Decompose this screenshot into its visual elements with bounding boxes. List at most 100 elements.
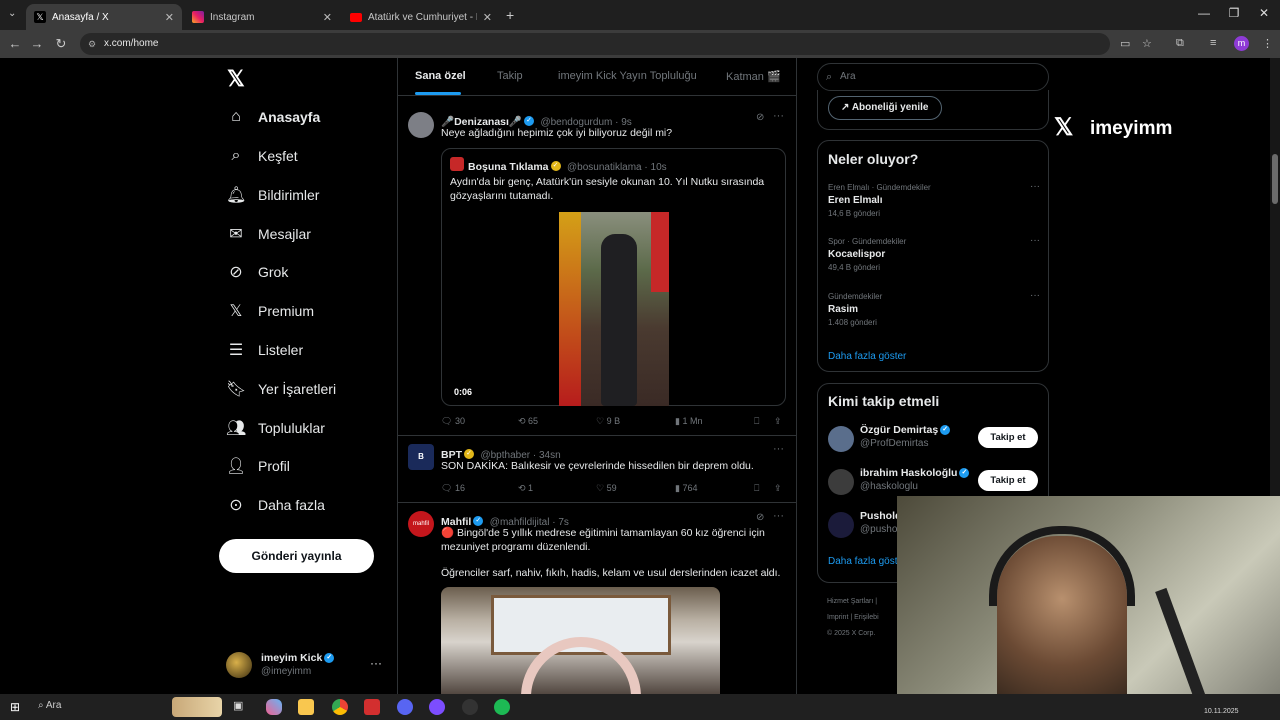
profile-avatar[interactable]: m: [1234, 36, 1249, 51]
avatar: [828, 426, 854, 452]
follow-button[interactable]: Takip et: [978, 470, 1038, 491]
sidebar-item-profile[interactable]: 👤︎ Profil: [226, 451, 290, 481]
tab-for-you[interactable]: Sana özel: [415, 70, 466, 82]
cast-icon[interactable]: ▭: [1120, 37, 1130, 50]
like-button[interactable]: ♡ 59: [596, 483, 617, 494]
tab-x-home[interactable]: 𝕏 Anasayfa / X ✕: [26, 4, 182, 30]
views-button[interactable]: ▮ 764: [675, 483, 697, 494]
share-icon[interactable]: ⇪: [774, 416, 782, 427]
app-circle-icon[interactable]: [429, 699, 445, 715]
video-duration: 0:06: [454, 387, 473, 397]
reply-button[interactable]: 🗨︎ 30: [441, 416, 465, 427]
task-view-icon[interactable]: ▣: [233, 699, 243, 712]
site-info-icon[interactable]: ⚙: [88, 33, 96, 55]
sidebar-item-explore[interactable]: ⌕ Keşfet: [226, 141, 298, 171]
trend-item[interactable]: Gündemdekiler Rasim 1.408 gönderi ···: [828, 290, 1040, 327]
spotify-icon[interactable]: [494, 699, 510, 715]
taskbar-weather-icon[interactable]: [172, 697, 222, 717]
back-button[interactable]: ←: [6, 36, 24, 51]
follow-suggestion[interactable]: Özgür Demirtaş ✓ @ProfDemirtas Takip et: [818, 424, 1048, 456]
more-icon[interactable]: ···: [773, 443, 784, 455]
sidebar-item-home[interactable]: ⌂ Anasayfa: [226, 102, 320, 132]
tab-instagram[interactable]: Instagram ✕: [184, 4, 340, 30]
x-logo-icon[interactable]: 𝕏: [227, 66, 245, 92]
address-bar[interactable]: ⚙ x.com/home: [80, 33, 1110, 55]
media-icon[interactable]: ≡: [1210, 37, 1216, 49]
bookmark-icon[interactable]: ⎕: [754, 483, 759, 494]
scrollbar-thumb[interactable]: [1272, 154, 1278, 204]
menu-icon[interactable]: ⋮: [1262, 37, 1273, 50]
copilot-icon[interactable]: [266, 699, 282, 715]
tab-indicator: [415, 92, 461, 95]
file-explorer-icon[interactable]: [298, 699, 314, 715]
chrome-icon[interactable]: [332, 699, 348, 715]
account-switcher[interactable]: imeyim Kick ✓ @imeyimm ···: [226, 650, 386, 682]
extensions-icon[interactable]: ⧉: [1176, 37, 1184, 50]
obs-icon[interactable]: [462, 699, 478, 715]
video-player[interactable]: [559, 212, 669, 406]
tweet[interactable]: mahfil Mahfil ✓ @mahfildijital · 7s ⊘ ···…: [398, 503, 796, 694]
more-icon[interactable]: ···: [1030, 181, 1040, 192]
close-icon[interactable]: ✕: [323, 11, 332, 24]
post-button[interactable]: Gönderi yayınla: [219, 539, 374, 573]
more-icon[interactable]: ···: [370, 656, 382, 670]
share-icon[interactable]: ⇪: [774, 483, 782, 494]
quoted-header: Boşuna Tıklama ✓ @bosunatiklama · 10s: [468, 160, 667, 173]
minimize-button[interactable]: —: [1194, 6, 1214, 20]
follow-suggestion[interactable]: ibrahim Haskoloğlu ✓ @haskologlu Takip et: [818, 467, 1048, 499]
like-button[interactable]: ♡ 9 B: [596, 416, 620, 427]
reload-button[interactable]: ↻: [52, 36, 70, 52]
tab-search-icon[interactable]: ⌄: [8, 8, 16, 19]
reply-button[interactable]: 🗨︎ 16: [441, 483, 465, 494]
trend-item[interactable]: Eren Elmalı · Gündemdekiler Eren Elmalı …: [828, 181, 1040, 218]
bookmark-icon[interactable]: ⎕: [754, 416, 759, 427]
show-more-link[interactable]: Daha fazla göst: [828, 556, 898, 567]
repost-button[interactable]: ⟲ 65: [518, 416, 538, 427]
sidebar-item-more[interactable]: ⊙ Daha fazla: [226, 490, 325, 520]
repost-button[interactable]: ⟲ 1: [518, 483, 533, 494]
tab-youtube[interactable]: Atatürk ve Cumhuriyet - Belgesel ✕: [342, 4, 500, 30]
app-w-icon[interactable]: [364, 699, 380, 715]
sidebar-item-grok[interactable]: ⊘ Grok: [226, 257, 288, 287]
trend-item[interactable]: Spor · Gündemdekiler Kocaelispor 49,4 B …: [828, 235, 1040, 272]
search-input[interactable]: ⌕ Ara: [817, 63, 1049, 91]
more-icon[interactable]: ···: [1030, 290, 1040, 301]
star-icon[interactable]: ☆: [1142, 37, 1152, 50]
sidebar-item-lists[interactable]: ☰ Listeler: [226, 335, 303, 365]
footer-link[interactable]: Hizmet Şartları: [827, 598, 873, 605]
suggestion-handle: @haskologlu: [860, 481, 918, 492]
close-icon[interactable]: ✕: [165, 11, 174, 24]
verified-gold-icon: ✓: [464, 448, 474, 459]
more-icon[interactable]: ···: [773, 110, 784, 122]
close-icon[interactable]: ✕: [483, 11, 492, 24]
tab-following[interactable]: Takip: [497, 70, 523, 82]
taskbar-search[interactable]: ⌕ Ara: [38, 700, 61, 711]
quoted-tweet[interactable]: Boşuna Tıklama ✓ @bosunatiklama · 10s Ayd…: [441, 148, 786, 406]
tab-community[interactable]: imeyim Kick Yayın Topluluğu: [558, 70, 697, 82]
grok-icon[interactable]: ⊘: [756, 112, 764, 123]
tweet[interactable]: B BPT ✓ @bpthaber · 34sn ··· SON DAKİKA: …: [398, 436, 796, 503]
tweet[interactable]: 🎤Denizanası🎤 ✓ @bendogurdum · 9s ⊘ ··· Ne…: [398, 104, 796, 436]
views-button[interactable]: ▮ 1 Mn: [675, 416, 702, 427]
sidebar-item-notifications[interactable]: 🔔︎ Bildirimler: [226, 180, 319, 210]
sidebar-item-communities[interactable]: 👥︎ Topluluklar: [226, 413, 325, 443]
show-more-link[interactable]: Daha fazla göster: [828, 351, 906, 362]
follow-button[interactable]: Takip et: [978, 427, 1038, 448]
sidebar-item-messages[interactable]: ✉ Mesajlar: [226, 219, 311, 249]
restore-button[interactable]: ❐: [1224, 6, 1244, 20]
grok-icon[interactable]: ⊘: [756, 512, 764, 523]
more-icon[interactable]: ···: [1030, 235, 1040, 246]
sidebar-item-bookmarks[interactable]: 🔖︎ Yer İşaretleri: [226, 374, 336, 404]
windows-start-icon[interactable]: ⊞: [10, 700, 20, 714]
footer-link[interactable]: Imprint: [827, 614, 848, 621]
tweet-image[interactable]: [441, 587, 720, 694]
more-icon[interactable]: ···: [773, 510, 784, 522]
renew-subscription-button[interactable]: ↗ Aboneliği yenile: [828, 96, 942, 120]
sidebar-item-premium[interactable]: 𝕏 Premium: [226, 296, 314, 326]
new-tab-button[interactable]: +: [506, 7, 514, 23]
footer-link[interactable]: Erişilebi: [854, 614, 879, 621]
discord-icon[interactable]: [397, 699, 413, 715]
forward-button[interactable]: →: [28, 36, 46, 51]
close-window-button[interactable]: ✕: [1254, 6, 1274, 20]
tab-katman[interactable]: Katman 🎬: [726, 70, 781, 83]
